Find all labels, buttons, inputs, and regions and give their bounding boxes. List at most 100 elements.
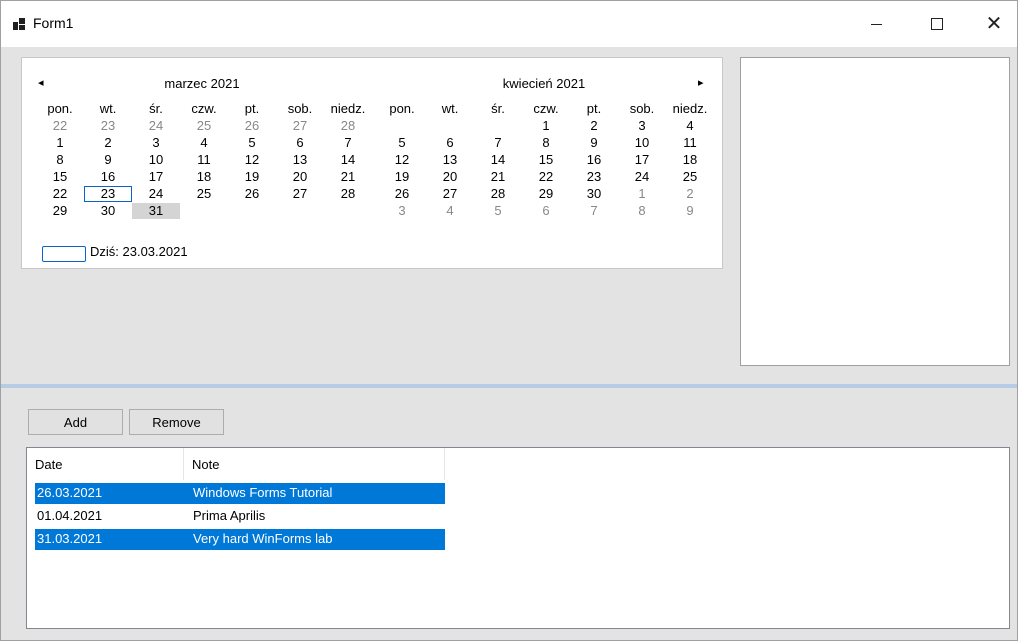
calendar-day[interactable]: 30 — [84, 203, 132, 219]
list-item-date: 31.03.2021 — [37, 531, 103, 546]
calendar-day[interactable]: 6 — [522, 203, 570, 219]
calendar-day[interactable]: 27 — [426, 186, 474, 202]
calendar-day[interactable]: 26 — [378, 186, 426, 202]
calendar-day[interactable]: 29 — [36, 203, 84, 219]
calendar-day[interactable]: 1 — [618, 186, 666, 202]
calendar-day[interactable]: 7 — [474, 135, 522, 151]
calendar-day[interactable]: 24 — [132, 118, 180, 134]
calendar-day[interactable]: 29 — [522, 186, 570, 202]
calendar-day[interactable]: 27 — [276, 186, 324, 202]
calendar-day[interactable]: 13 — [426, 152, 474, 168]
calendar-day[interactable]: 24 — [132, 186, 180, 202]
calendar-day[interactable]: 27 — [276, 118, 324, 134]
list-item-date: 26.03.2021 — [37, 485, 103, 500]
calendar-day[interactable]: 13 — [276, 152, 324, 168]
calendar-day[interactable]: 8 — [36, 152, 84, 168]
notes-list-view[interactable]: Date Note 26.03.2021 Windows Forms Tutori… — [26, 447, 1010, 629]
list-item[interactable]: 31.03.2021 Very hard WinForms lab — [35, 529, 445, 550]
calendar-day[interactable]: 25 — [180, 118, 228, 134]
calendar-day[interactable]: 21 — [324, 169, 372, 185]
calendar-day[interactable]: 31 — [132, 203, 180, 219]
calendar-day[interactable]: 5 — [378, 135, 426, 151]
calendar-day[interactable]: 24 — [618, 169, 666, 185]
weekday-header: wt. — [99, 101, 117, 116]
calendar-day[interactable]: 9 — [84, 152, 132, 168]
today-label[interactable]: Dziś: 23.03.2021 — [90, 244, 188, 259]
calendar-day[interactable]: 26 — [228, 118, 276, 134]
calendar-day[interactable]: 22 — [36, 186, 84, 202]
calendar-day[interactable]: 4 — [180, 135, 228, 151]
column-header-date[interactable]: Date — [27, 448, 184, 480]
calendar-day[interactable]: 23 — [84, 186, 132, 202]
month-calendar[interactable]: ◂ ▸ marzec 2021 pon. wt. śr. czw. pt. sob. nie… — [21, 57, 723, 269]
window-title: Form1 — [33, 15, 74, 31]
title-bar[interactable]: Form1 ✕ — [1, 1, 1017, 47]
calendar-day[interactable]: 30 — [570, 186, 618, 202]
calendar-day[interactable]: 20 — [276, 169, 324, 185]
calendar-day[interactable]: 2 — [570, 118, 618, 134]
weekday-header: pon. — [47, 101, 73, 116]
add-button[interactable]: Add — [28, 409, 123, 435]
list-item[interactable]: 26.03.2021 Windows Forms Tutorial — [35, 483, 445, 504]
calendar-day[interactable]: 17 — [618, 152, 666, 168]
splitter[interactable] — [1, 384, 1017, 388]
calendar-day[interactable]: 19 — [228, 169, 276, 185]
list-box[interactable] — [740, 57, 1010, 366]
calendar-day[interactable]: 21 — [474, 169, 522, 185]
calendar-day[interactable]: 5 — [228, 135, 276, 151]
calendar-day[interactable]: 22 — [36, 118, 84, 134]
calendar-day[interactable]: 1 — [36, 135, 84, 151]
calendar-day[interactable]: 2 — [666, 186, 714, 202]
calendar-day[interactable]: 11 — [666, 135, 714, 151]
calendar-day[interactable]: 18 — [180, 169, 228, 185]
list-item[interactable]: 01.04.2021 Prima Aprilis — [35, 506, 445, 527]
calendar-day[interactable]: 8 — [618, 203, 666, 219]
calendar-day[interactable]: 6 — [426, 135, 474, 151]
close-button[interactable]: ✕ — [971, 1, 1017, 47]
calendar-day[interactable]: 2 — [84, 135, 132, 151]
month-title[interactable]: kwiecień 2021 — [374, 76, 714, 91]
calendar-day[interactable]: 28 — [324, 118, 372, 134]
calendar-day[interactable]: 17 — [132, 169, 180, 185]
calendar-day[interactable]: 7 — [570, 203, 618, 219]
calendar-day[interactable]: 5 — [474, 203, 522, 219]
calendar-day[interactable]: 11 — [180, 152, 228, 168]
maximize-button[interactable] — [914, 1, 960, 47]
calendar-day[interactable]: 4 — [666, 118, 714, 134]
column-header-note[interactable]: Note — [184, 448, 445, 480]
calendar-day[interactable]: 6 — [276, 135, 324, 151]
calendar-day[interactable]: 10 — [618, 135, 666, 151]
calendar-day[interactable]: 23 — [570, 169, 618, 185]
calendar-day[interactable]: 16 — [570, 152, 618, 168]
calendar-day[interactable]: 25 — [180, 186, 228, 202]
calendar-day[interactable]: 1 — [522, 118, 570, 134]
calendar-day[interactable]: 3 — [132, 135, 180, 151]
calendar-day[interactable]: 23 — [84, 118, 132, 134]
calendar-day[interactable]: 9 — [666, 203, 714, 219]
calendar-day[interactable]: 20 — [426, 169, 474, 185]
calendar-day[interactable]: 10 — [132, 152, 180, 168]
minimize-button[interactable] — [853, 1, 899, 47]
calendar-day[interactable]: 4 — [426, 203, 474, 219]
calendar-day[interactable]: 15 — [36, 169, 84, 185]
calendar-day[interactable]: 26 — [228, 186, 276, 202]
calendar-day[interactable]: 9 — [570, 135, 618, 151]
calendar-day[interactable]: 7 — [324, 135, 372, 151]
calendar-day[interactable]: 16 — [84, 169, 132, 185]
calendar-day[interactable]: 14 — [474, 152, 522, 168]
calendar-day[interactable]: 12 — [378, 152, 426, 168]
calendar-day[interactable]: 8 — [522, 135, 570, 151]
calendar-day[interactable]: 28 — [324, 186, 372, 202]
remove-button[interactable]: Remove — [129, 409, 224, 435]
calendar-day[interactable]: 3 — [378, 203, 426, 219]
calendar-day[interactable]: 15 — [522, 152, 570, 168]
calendar-day[interactable]: 19 — [378, 169, 426, 185]
calendar-day[interactable]: 22 — [522, 169, 570, 185]
calendar-day[interactable]: 18 — [666, 152, 714, 168]
calendar-day[interactable]: 14 — [324, 152, 372, 168]
month-title[interactable]: marzec 2021 — [32, 76, 372, 91]
calendar-day[interactable]: 25 — [666, 169, 714, 185]
calendar-day[interactable]: 3 — [618, 118, 666, 134]
calendar-day[interactable]: 12 — [228, 152, 276, 168]
calendar-day[interactable]: 28 — [474, 186, 522, 202]
